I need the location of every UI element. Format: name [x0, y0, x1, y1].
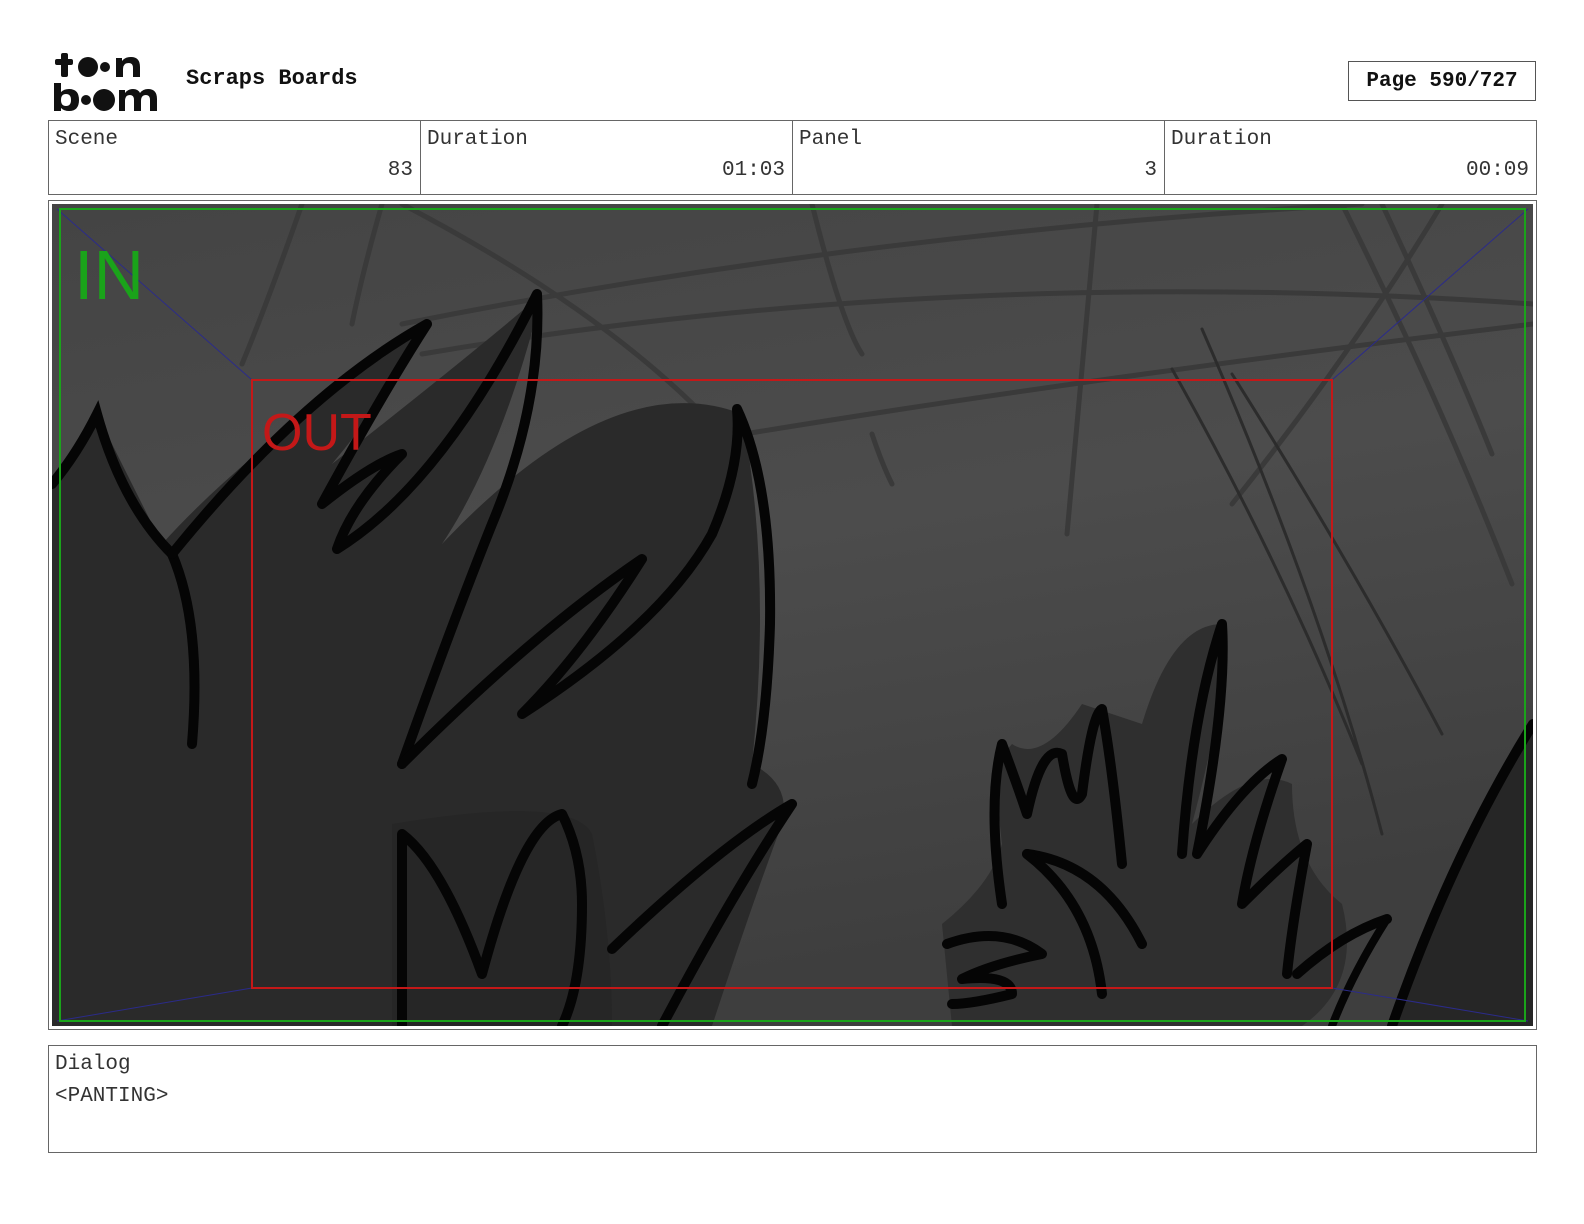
camera-in-label: IN	[74, 236, 144, 314]
logo-text: toonboom	[52, 50, 58, 51]
panel-value: 3	[1144, 159, 1157, 182]
storyboard-panel-frame: IN OUT	[48, 200, 1537, 1030]
scene-duration-label: Duration	[427, 128, 528, 151]
panel-cell: Panel 3	[793, 121, 1165, 194]
scene-duration-cell: Duration 01:03	[421, 121, 793, 194]
scene-duration-value: 01:03	[721, 159, 785, 182]
scene-cell: Scene 83	[49, 121, 421, 194]
panel-duration-cell: Duration 00:09	[1165, 121, 1536, 194]
dialog-box: Dialog <PANTING>	[48, 1045, 1537, 1153]
scene-label: Scene	[55, 128, 119, 151]
page-indicator: Page 590/727	[1348, 61, 1536, 101]
camera-out-label: OUT	[262, 404, 372, 462]
storyboard-panel-image: IN OUT	[52, 204, 1533, 1026]
panel-duration-value: 00:09	[1465, 159, 1529, 182]
panel-duration-label: Duration	[1171, 128, 1272, 151]
dialog-text: <PANTING>	[55, 1085, 169, 1108]
toon-boom-logo: toonboom	[52, 50, 157, 111]
panel-label: Panel	[799, 128, 863, 151]
scene-value: 83	[387, 159, 413, 182]
panel-info-row: Scene 83 Duration 01:03 Panel 3 Duration…	[48, 120, 1537, 195]
project-title: Scraps Boards	[186, 66, 358, 91]
dialog-label: Dialog	[55, 1053, 131, 1076]
